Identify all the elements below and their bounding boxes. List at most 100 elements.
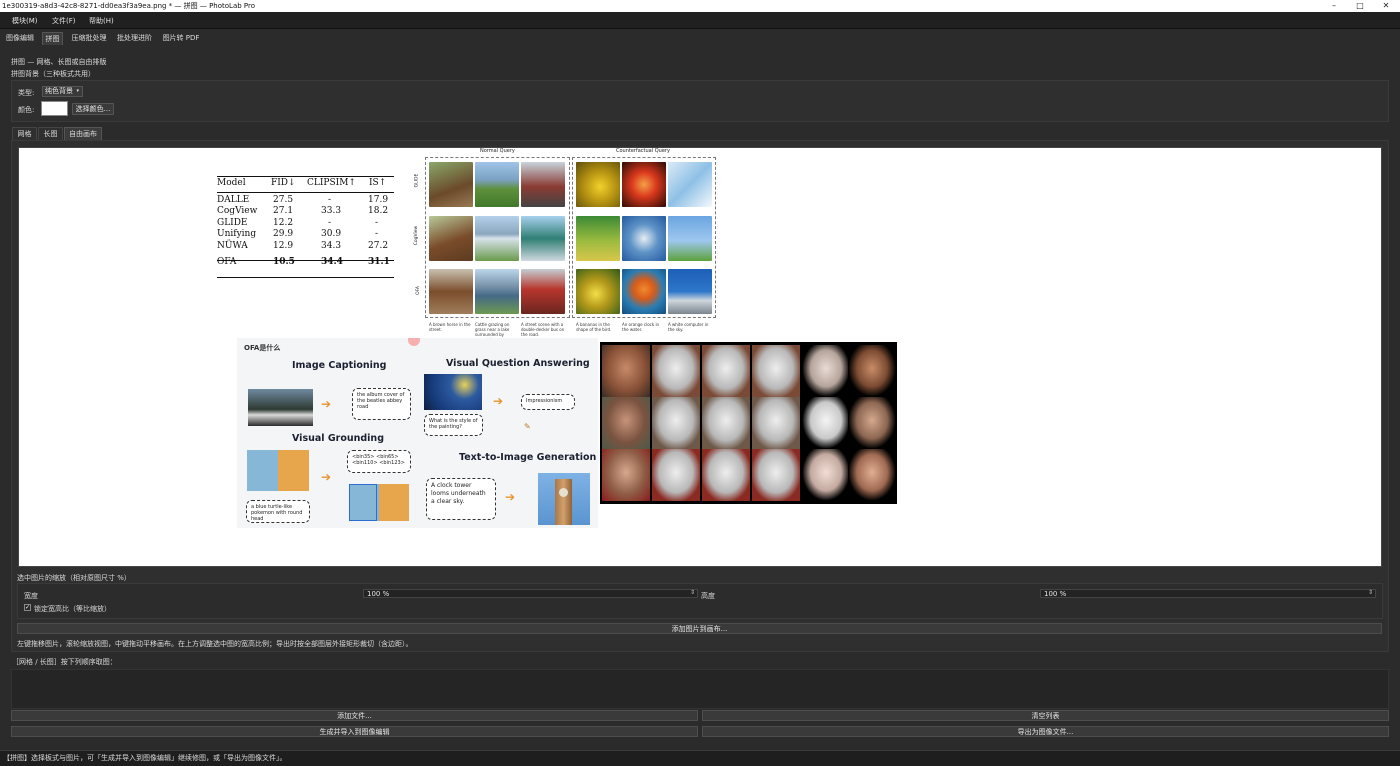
tab-collage[interactable]: 拼图: [42, 32, 63, 45]
spin-arrows-icon[interactable]: ⇕: [1368, 589, 1373, 597]
tab-compress-batch[interactable]: 压缩批处理: [70, 32, 108, 45]
face-texture: [848, 397, 896, 449]
table-cell: 29.9: [273, 229, 294, 240]
tab-long-image[interactable]: 长图: [38, 127, 63, 140]
generated-image-computer: [668, 269, 712, 314]
table-cell: 34.3: [321, 240, 342, 251]
collage-heading: 拼图 — 网格、长图或自由排版: [11, 58, 107, 66]
red-dot: [408, 338, 420, 346]
generated-image-banana: [576, 269, 620, 314]
generated-image-banana: [576, 216, 620, 261]
face-mesh: [802, 397, 850, 449]
vqa-answer-bubble: Impressionism: [521, 394, 575, 410]
pencil-icon: ✎: [524, 422, 531, 431]
table-cell: -: [375, 229, 379, 240]
close-button[interactable]: ✕: [1373, 0, 1399, 12]
generated-image-clock: [622, 269, 666, 314]
pokemon-image: [247, 450, 309, 491]
add-image-to-canvas-button[interactable]: 添加图片到画布...: [17, 623, 1382, 634]
color-swatch[interactable]: [41, 101, 68, 116]
table-cell: 27.5: [273, 194, 294, 205]
menu-help[interactable]: 帮助(H): [89, 16, 114, 26]
table-row: DALLE 27.5 - 17.9: [217, 195, 394, 207]
table-cell: 34.4: [321, 256, 343, 267]
face-photo: [602, 397, 650, 449]
t2i-prompt-bubble: A clock tower looms underneath a clear s…: [426, 478, 496, 520]
width-spinbox[interactable]: 100 % ⇕: [363, 589, 698, 598]
table-cell: GLIDE: [217, 217, 248, 228]
query-comparison-image[interactable]: Normal Query Counterfactual Query GLIDE …: [414, 148, 718, 342]
visual-grounding-title: Visual Grounding: [292, 433, 384, 444]
maximize-button[interactable]: □: [1347, 0, 1373, 12]
face-photo: [602, 449, 650, 501]
grounding-query-bubble: a blue turtle-like pokemon with round he…: [246, 500, 310, 523]
generated-image-horse: [429, 162, 473, 207]
table-cell: 17.9: [368, 194, 389, 205]
tab-grid[interactable]: 网格: [12, 127, 37, 140]
generated-image-cattle: [475, 216, 519, 261]
face-texture: [848, 449, 896, 501]
tab-free-canvas[interactable]: 自由画布: [64, 127, 102, 140]
table-cell: 27.1: [273, 206, 294, 217]
image-order-list[interactable]: [11, 669, 1389, 709]
generated-image-banana: [576, 162, 620, 207]
table-cell: 10.5: [273, 256, 295, 267]
ofa-overview-image[interactable]: OFA是什么 Image Captioning Visual Question …: [237, 338, 598, 528]
ofa-header: OFA是什么: [244, 344, 281, 352]
tower-shape: [555, 479, 572, 525]
image-caption: A brown horse in the street.: [429, 322, 471, 332]
clear-list-button[interactable]: 清空列表: [702, 710, 1389, 721]
table-cell: 12.2: [273, 217, 294, 228]
face-reconstruction-image[interactable]: [600, 342, 897, 504]
add-files-button[interactable]: 添加文件...: [11, 710, 698, 721]
face-photo: [602, 345, 650, 397]
table-cell: 27.2: [368, 240, 389, 251]
image-caption: A white computer in the sky.: [668, 322, 709, 332]
background-type-select[interactable]: 纯色背景 ▾: [42, 86, 83, 97]
background-panel: 类型: 纯色背景 ▾ 颜色: 选择颜色...: [11, 80, 1389, 122]
minimize-button[interactable]: –: [1321, 0, 1347, 12]
face-mesh: [802, 345, 850, 397]
generated-image-horse: [429, 269, 473, 314]
background-group-title: 拼图背景（三种板式共用）: [11, 70, 95, 78]
face-render: [652, 397, 700, 449]
menu-file[interactable]: 文件(F): [52, 16, 76, 26]
face-render: [652, 345, 700, 397]
background-type-value: 纯色背景: [45, 87, 73, 95]
table-cell: -: [328, 217, 332, 228]
generated-image-cattle: [475, 162, 519, 207]
t2i-title: Text-to-Image Generation: [459, 452, 597, 463]
width-value: 100 %: [367, 590, 390, 598]
face-texture: [848, 345, 896, 397]
height-value: 100 %: [1044, 590, 1067, 598]
table-cell: 30.9: [321, 229, 342, 240]
menu-bar: 模块(M) 文件(F) 帮助(H): [0, 12, 1400, 29]
face-render: [652, 449, 700, 501]
choose-color-button[interactable]: 选择颜色...: [72, 103, 114, 115]
generate-import-button[interactable]: 生成并导入到图像编辑: [11, 726, 698, 737]
generated-image-clock: [622, 216, 666, 261]
table-cell: 18.2: [368, 206, 389, 217]
table-cell: CogView: [217, 206, 258, 217]
lock-aspect-checkbox[interactable]: ✓: [24, 604, 31, 611]
export-image-button[interactable]: 导出为图像文件...: [702, 726, 1389, 737]
tab-image-to-pdf[interactable]: 图片转 PDF: [161, 32, 201, 45]
starry-night-image: [424, 374, 482, 410]
spin-arrows-icon[interactable]: ⇕: [690, 589, 695, 597]
canvas-hint: 左键拖移图片，滚轮缩放视图，中键拖动平移画布。在上方调整选中图的宽高比例；导出时…: [17, 640, 413, 648]
row-label-cogview: CogView: [414, 225, 420, 246]
clock-tower-image: [538, 473, 590, 525]
menu-module[interactable]: 模块(M): [12, 16, 38, 26]
generated-image-bus: [521, 162, 565, 207]
metrics-table-image[interactable]: Model FID↓ CLIPSIM↑ IS↑ DALLE 27.5 - 17.…: [217, 176, 394, 278]
abbey-road-image: [248, 389, 313, 426]
face-render: [702, 397, 750, 449]
table-cell: Unifying: [217, 229, 257, 240]
tab-batch-advanced[interactable]: 批处理进阶: [116, 32, 153, 45]
table-cell: NÜWA: [217, 240, 248, 251]
lock-aspect-label: 锁定宽高比（等比缩放）: [34, 605, 111, 613]
tab-image-edit[interactable]: 图像编辑: [4, 32, 36, 45]
height-spinbox[interactable]: 100 % ⇕: [1040, 589, 1376, 598]
table-cell: DALLE: [217, 194, 250, 205]
face-render: [702, 449, 750, 501]
